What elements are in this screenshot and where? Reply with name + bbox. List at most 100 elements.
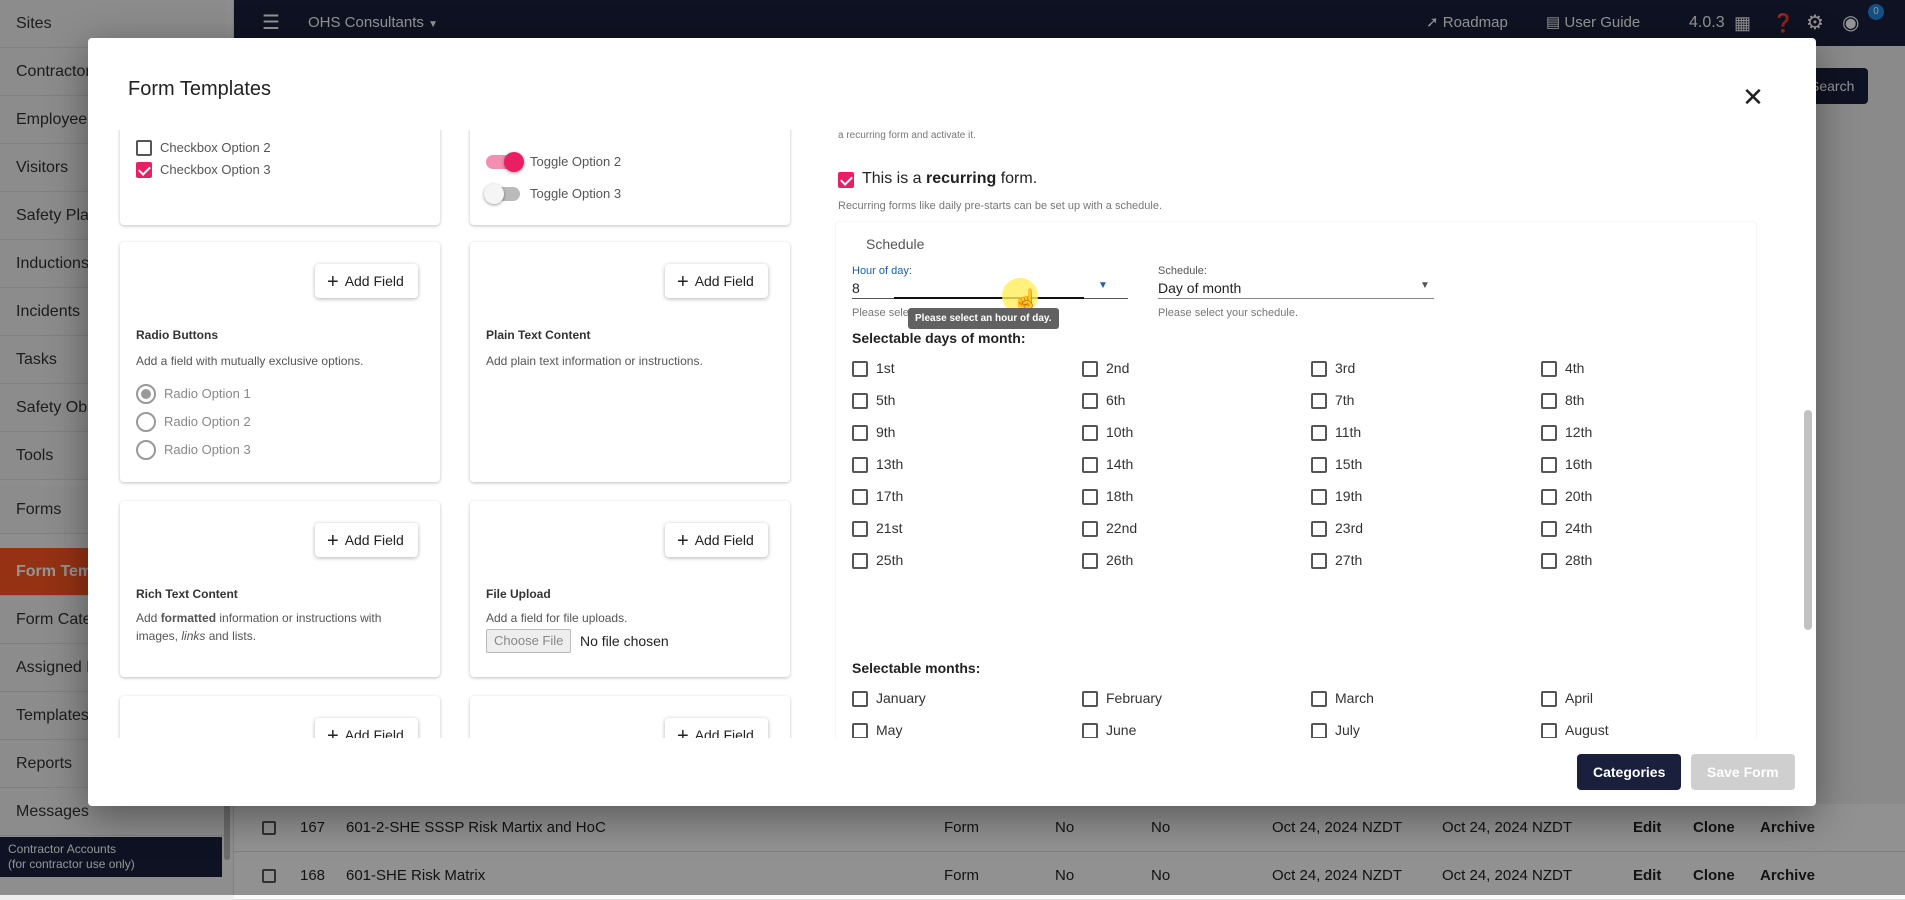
field-card-partial: + Add Field [470, 696, 790, 738]
day-checkbox[interactable] [1311, 425, 1327, 441]
card-description: Add a field with mutually exclusive opti… [136, 354, 364, 368]
schedule-field-underline [1158, 298, 1434, 299]
card-description: Add formatted information or instruction… [136, 611, 382, 643]
hour-of-day-label: Hour of day: [852, 265, 912, 277]
day-checkbox[interactable] [1541, 489, 1557, 505]
add-field-button[interactable]: + Add Field [315, 264, 418, 298]
day-checkbox[interactable] [1541, 425, 1557, 441]
day-label: 25th [876, 552, 904, 568]
day-checkbox[interactable] [1541, 457, 1557, 473]
plain-text-card: + Add Field Plain Text Content Add plain … [470, 242, 790, 482]
month-label: August [1565, 722, 1609, 738]
day-label: 23rd [1335, 520, 1364, 536]
month-checkbox[interactable] [1311, 723, 1327, 738]
day-checkbox[interactable] [1082, 457, 1098, 473]
day-label: 15th [1335, 456, 1363, 472]
day-checkbox[interactable] [1082, 489, 1098, 505]
day-checkbox[interactable] [1311, 393, 1327, 409]
card-title: Plain Text Content [486, 328, 591, 342]
day-checkbox[interactable] [852, 521, 868, 537]
schedule-value[interactable]: Day of month [1158, 280, 1241, 296]
day-label: 17th [876, 488, 904, 504]
schedule-dropdown-arrow-icon[interactable]: ▼ [1420, 280, 1430, 291]
day-label: 9th [876, 424, 896, 440]
day-label: 4th [1565, 360, 1585, 376]
day-label: 1st [876, 360, 895, 376]
day-checkbox[interactable] [1082, 425, 1098, 441]
choose-file-button[interactable]: Choose File [486, 629, 572, 653]
day-checkbox[interactable] [852, 425, 868, 441]
recurring-help-text: Recurring forms like daily pre-starts ca… [838, 200, 1163, 212]
month-checkbox[interactable] [852, 723, 868, 738]
add-field-button[interactable]: + Add Field [665, 718, 768, 738]
day-label: 26th [1106, 552, 1134, 568]
month-checkbox[interactable] [1082, 691, 1098, 707]
recurring-checkbox[interactable] [838, 172, 854, 188]
day-label: 24th [1565, 520, 1593, 536]
month-checkbox[interactable] [1082, 723, 1098, 738]
radio-option-2-circle[interactable] [136, 412, 156, 432]
month-checkbox[interactable] [852, 691, 868, 707]
toggle-option-2-thumb[interactable] [504, 152, 524, 172]
month-checkbox[interactable] [1311, 691, 1327, 707]
month-label: July [1335, 722, 1360, 738]
radio-option-3-label: Radio Option 3 [164, 442, 251, 457]
schedule-panel: Schedule Hour of day: 8 ▼ Please select … [836, 222, 1756, 738]
day-checkbox[interactable] [1082, 393, 1098, 409]
plus-icon: + [677, 271, 689, 293]
day-checkbox[interactable] [1082, 553, 1098, 569]
day-checkbox[interactable] [852, 489, 868, 505]
card-description: Add a field for file uploads. [486, 611, 628, 625]
day-label: 2nd [1106, 360, 1130, 376]
add-field-button[interactable]: + Add Field [665, 523, 768, 557]
schedule-helper-text: Please select your schedule. [1158, 307, 1299, 319]
day-checkbox[interactable] [1311, 361, 1327, 377]
hour-dropdown-arrow-icon[interactable]: ▼ [1098, 280, 1108, 291]
add-field-label: Add Field [344, 727, 404, 738]
no-file-text: No file chosen [580, 633, 669, 649]
month-checkbox[interactable] [1541, 691, 1557, 707]
day-checkbox[interactable] [852, 393, 868, 409]
day-label: 6th [1106, 392, 1126, 408]
day-checkbox[interactable] [1311, 553, 1327, 569]
checkbox-field-card: Checkbox Option 2 Checkbox Option 3 [120, 130, 440, 225]
day-checkbox[interactable] [1311, 457, 1327, 473]
day-checkbox[interactable] [1541, 393, 1557, 409]
day-checkbox[interactable] [852, 361, 868, 377]
save-form-button[interactable]: Save Form [1691, 754, 1795, 790]
checkbox-option-2-box[interactable] [136, 140, 152, 156]
day-checkbox[interactable] [1311, 489, 1327, 505]
hour-of-day-value[interactable]: 8 [852, 280, 860, 296]
dialog-title: Form Templates [128, 78, 272, 100]
add-field-button[interactable]: + Add Field [315, 523, 418, 557]
plus-icon: + [677, 530, 689, 552]
day-label: 13th [876, 456, 904, 472]
day-checkbox[interactable] [1541, 361, 1557, 377]
categories-button[interactable]: Categories [1577, 754, 1682, 790]
day-checkbox[interactable] [1311, 521, 1327, 537]
dialog-scrollbar[interactable] [1804, 410, 1812, 630]
checkbox-option-3-label: Checkbox Option 3 [160, 162, 271, 177]
day-checkbox[interactable] [1541, 521, 1557, 537]
plus-icon: + [327, 530, 339, 552]
day-checkbox[interactable] [852, 553, 868, 569]
radio-option-2-label: Radio Option 2 [164, 414, 251, 429]
day-checkbox[interactable] [1082, 521, 1098, 537]
day-label: 19th [1335, 488, 1363, 504]
plus-icon: + [327, 271, 339, 293]
add-field-button[interactable]: + Add Field [315, 718, 418, 738]
radio-option-3-circle[interactable] [136, 440, 156, 460]
day-checkbox[interactable] [1541, 553, 1557, 569]
day-label: 18th [1106, 488, 1134, 504]
checkbox-option-3-box[interactable] [136, 162, 152, 178]
close-icon[interactable]: ✕ [1741, 84, 1765, 110]
toggle-option-3-thumb[interactable] [484, 184, 504, 204]
card-title: File Upload [486, 587, 551, 601]
month-label: April [1565, 690, 1594, 706]
radio-option-1-circle[interactable] [136, 384, 156, 404]
add-field-button[interactable]: + Add Field [665, 264, 768, 298]
day-checkbox[interactable] [1082, 361, 1098, 377]
schedule-label: Schedule: [1158, 265, 1207, 277]
month-checkbox[interactable] [1541, 723, 1557, 738]
day-checkbox[interactable] [852, 457, 868, 473]
